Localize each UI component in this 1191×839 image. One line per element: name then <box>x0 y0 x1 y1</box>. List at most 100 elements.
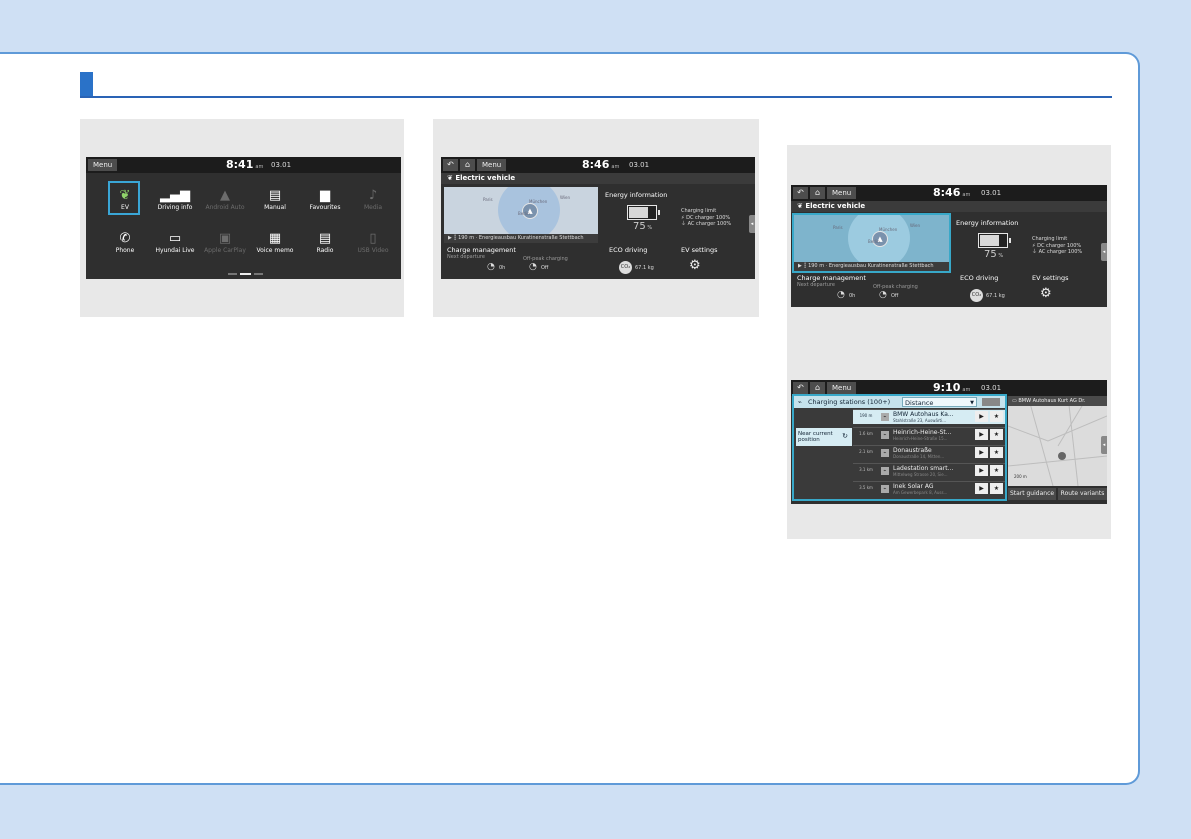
status-bar: ↶ ⌂ Menu 8:46 am 03.01 <box>441 157 755 173</box>
app-tile-phone[interactable]: ✆ Phone <box>102 230 148 255</box>
favourite-button[interactable]: ★ <box>990 483 1003 494</box>
home-button[interactable]: ⌂ <box>460 159 475 171</box>
figure-home-menu: Menu 8:41 am 03.01 ❦ EV ▂▄▆ Driving info ▲ And… <box>80 119 404 317</box>
side-panel-tab[interactable]: ◂ <box>1101 436 1107 454</box>
play-icon: ▶ <box>979 467 984 474</box>
home-button[interactable]: ⌂ <box>810 382 825 394</box>
map-pin-icon <box>1058 452 1066 460</box>
charge-management-title[interactable]: Charge management <box>797 274 866 282</box>
favourite-button[interactable]: ★ <box>990 411 1003 422</box>
sort-dropdown[interactable]: Distance ▼ <box>902 397 977 407</box>
station-row[interactable]: 3.1 km ⌁ Ladestation smart... Mittelweg Str… <box>853 463 1005 478</box>
near-current-position-button[interactable]: Near current position ↻ <box>796 428 852 446</box>
list-view-button[interactable] <box>982 398 1000 406</box>
app-tile-android-auto[interactable]: ▲ Android Auto <box>202 187 248 212</box>
menu-button[interactable]: Menu <box>477 159 507 171</box>
carplay-icon: ▣ <box>218 231 232 246</box>
eco-driving-title[interactable]: ECO driving <box>609 246 647 254</box>
app-tile-label: Voice memo <box>256 247 294 254</box>
nearest-station-bar[interactable]: ▶ ┇ 190 m · Energieausbau Kuratinenstraß… <box>794 262 949 271</box>
map-city: München <box>529 199 548 204</box>
voice-memo-icon: ▦ <box>268 231 282 246</box>
play-button[interactable]: ▶ <box>975 411 988 422</box>
favourite-button[interactable]: ★ <box>990 447 1003 458</box>
play-button[interactable]: ▶ <box>975 429 988 440</box>
play-button[interactable]: ▶ <box>975 447 988 458</box>
app-tile-voice-memo[interactable]: ▦ Voice memo <box>252 230 298 255</box>
battery-percent-value: 75 <box>984 249 997 260</box>
charge-management-sub: Next departure <box>447 254 485 260</box>
play-button[interactable]: ▶ <box>975 483 988 494</box>
app-tile-label: Media <box>363 204 383 211</box>
clock: 8:46 am <box>582 158 619 174</box>
play-icon: ▶ <box>448 235 452 241</box>
app-tile-label: USB Video <box>357 247 389 254</box>
side-panel-tab[interactable]: ◂ <box>1101 243 1107 261</box>
star-icon: ★ <box>993 431 1000 438</box>
ev-settings-title[interactable]: EV settings <box>681 246 718 254</box>
home-button[interactable]: ⌂ <box>810 187 825 199</box>
clock: 9:10 am <box>933 381 970 397</box>
charger-type-icon: ⌁ <box>881 449 889 457</box>
nearest-station-bar[interactable]: ▶ ┇ 190 m · Energieausbau Kuratinenstraß… <box>444 234 598 243</box>
station-name: Heinrich-Heine-St... <box>893 429 952 436</box>
favourite-button[interactable]: ★ <box>990 429 1003 440</box>
app-tile-ev[interactable]: ❦ EV <box>102 181 148 215</box>
back-button[interactable]: ↶ <box>793 187 808 199</box>
menu-button[interactable]: Menu <box>827 187 857 199</box>
battery-percent-unit: % <box>996 253 1004 259</box>
station-name: Energieausbau Kuratinenstraße Stettbach <box>828 263 934 269</box>
back-icon: ↶ <box>797 188 804 197</box>
favourite-button[interactable]: ★ <box>990 465 1003 476</box>
offpeak-timer-icon: ◔ <box>879 290 887 300</box>
energy-info-title: Energy information <box>605 191 668 199</box>
back-button[interactable]: ↶ <box>793 382 808 394</box>
route-map[interactable]: ▭ BMW Autohaus Kurt AG Dr. 200 m <box>1008 396 1107 486</box>
eco-value: 67.1 kg <box>986 293 1005 299</box>
station-name: Ladestation smart... <box>893 465 954 472</box>
side-panel-tab[interactable]: ◂ <box>749 215 755 233</box>
station-row[interactable]: 2.1 km ⌁ Donaustraße Donaustraße 14, Mitten… <box>853 445 1005 460</box>
figure-charging-stations: ↶ ⌂ Menu 9:10 am 03.01 ⌁ Charging station… <box>787 320 1111 539</box>
app-tile-hyundai-live[interactable]: ▭ Hyundai Live <box>152 230 198 255</box>
status-bar: ↶ ⌂ Menu 9:10 am 03.01 <box>791 380 1107 396</box>
ev-header-title: Electric vehicle <box>455 174 516 182</box>
app-tile-favourites[interactable]: ▆ Favourites <box>302 187 348 212</box>
charging-stations-screen: ↶ ⌂ Menu 9:10 am 03.01 ⌁ Charging station… <box>791 380 1107 504</box>
map-city: Wien <box>560 195 570 200</box>
eco-driving-title[interactable]: ECO driving <box>960 274 998 282</box>
gear-icon[interactable]: ⚙ <box>1040 287 1052 300</box>
play-icon: ▶ <box>979 413 984 420</box>
back-button[interactable]: ↶ <box>443 159 458 171</box>
app-tile-media[interactable]: ♪ Media <box>350 187 396 212</box>
battery-percent-value: 75 <box>633 221 646 232</box>
start-guidance-button[interactable]: Start guidance <box>1008 488 1056 500</box>
app-tile-radio[interactable]: ▤ Radio <box>302 230 348 255</box>
charge-management-title[interactable]: Charge management <box>447 246 516 254</box>
departure-value: 0h <box>499 265 506 271</box>
section-marker <box>80 72 93 96</box>
clock: 8:41 am <box>226 158 263 174</box>
ev-map[interactable]: ▲ Paris München Wien Berlin ▶ ┇ 190 m · … <box>444 187 598 243</box>
station-row[interactable]: 1.6 km ⌁ Heinrich-Heine-St... Heinrich-Hein… <box>853 427 1005 442</box>
selection-frame <box>108 181 140 215</box>
ev-settings-title[interactable]: EV settings <box>1032 274 1069 282</box>
menu-button[interactable]: Menu <box>827 382 857 394</box>
station-row[interactable]: 190 m ⌁ BMW Autohaus Ka... Stahlstraße 23, … <box>853 409 1005 424</box>
eco-value: 67.1 kg <box>635 265 654 271</box>
ev-map[interactable]: ▲ Paris München Wien Berlin ▶ ┇ 190 m · … <box>792 213 951 273</box>
menu-button[interactable]: Menu <box>88 159 118 171</box>
ac-charger-limit: ⏚ AC charger 100% <box>1032 249 1083 255</box>
play-button[interactable]: ▶ <box>975 465 988 476</box>
status-bar: ↶ ⌂ Menu 8:46 am 03.01 <box>791 185 1107 201</box>
app-tile-driving-info[interactable]: ▂▄▆ Driving info <box>152 187 198 212</box>
app-tile-usb-video[interactable]: ▯ USB Video <box>350 230 396 255</box>
app-tile-apple-carplay[interactable]: ▣ Apple CarPlay <box>202 230 248 255</box>
station-row[interactable]: 3.5 km ⌁ Inek Solar AG Am Gewerbepark 8, Au… <box>853 481 1005 496</box>
gear-icon[interactable]: ⚙ <box>689 259 701 272</box>
route-variants-button[interactable]: Route variants <box>1058 488 1107 500</box>
app-tile-manual[interactable]: ▤ Manual <box>252 187 298 212</box>
station-distance: 190 m <box>808 263 825 269</box>
refresh-icon: ↻ <box>842 432 848 440</box>
station-distance: 190 m <box>859 413 873 418</box>
